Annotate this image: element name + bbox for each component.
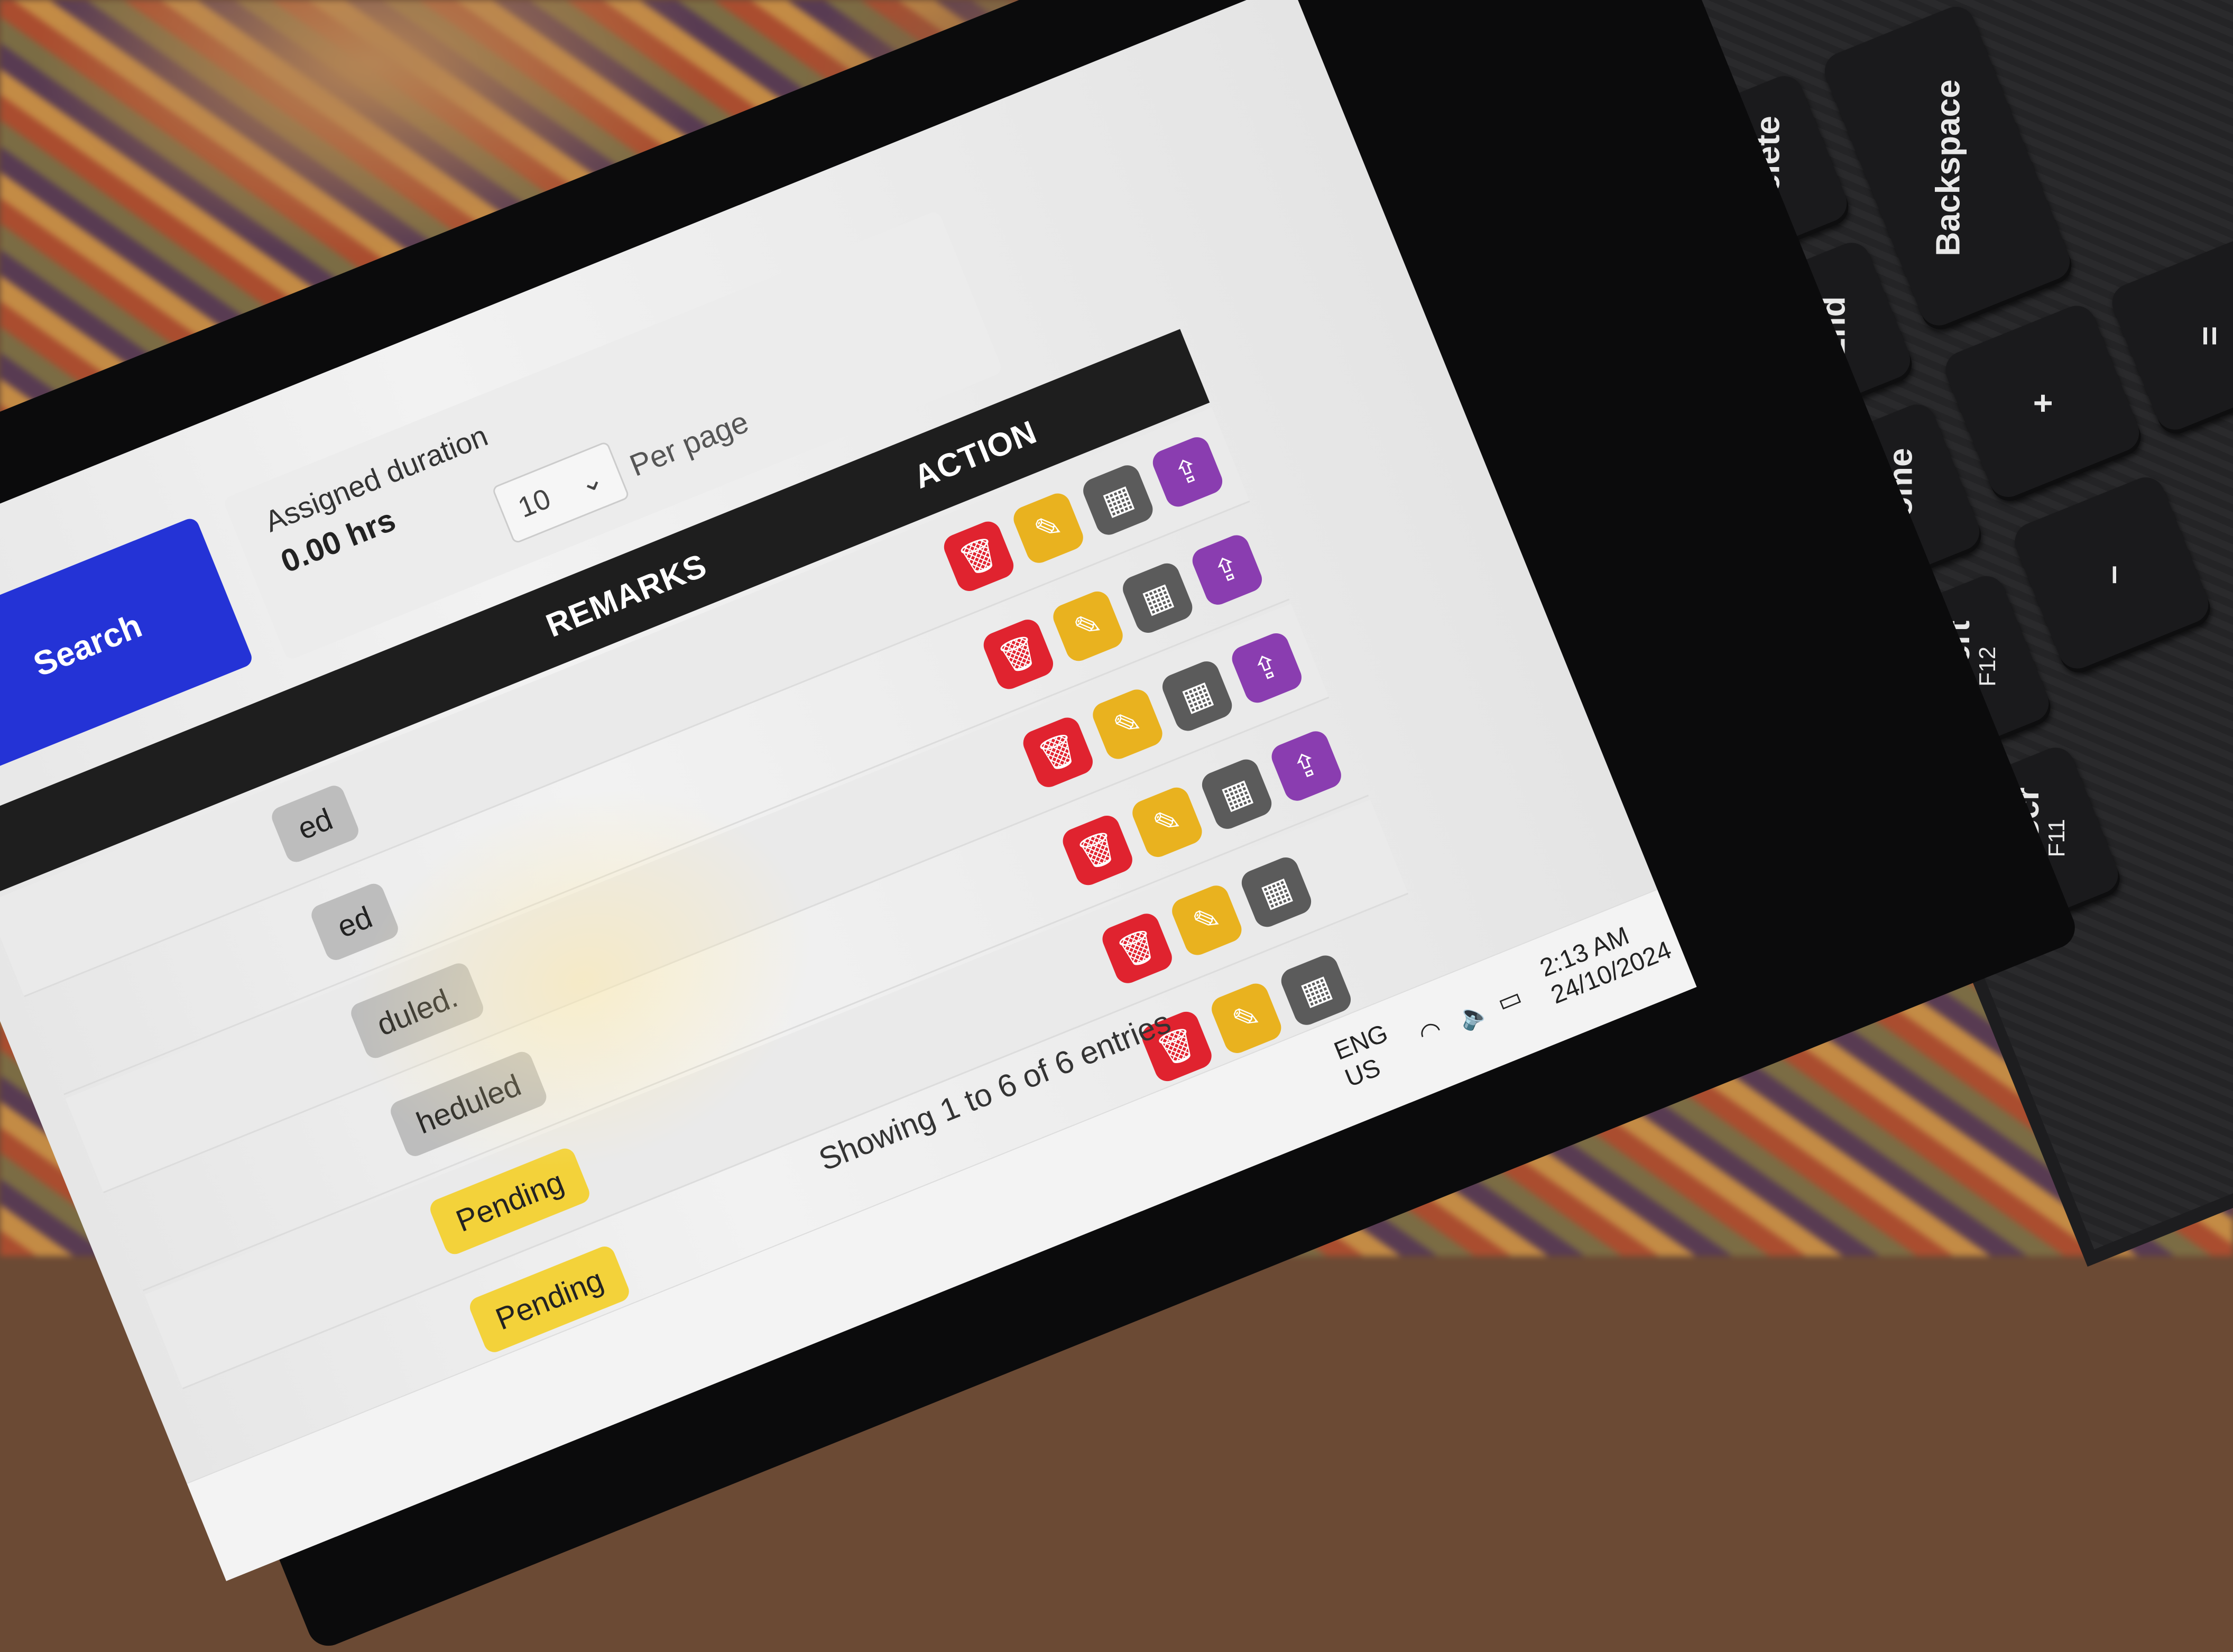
taskbar-clock[interactable]: 2:13 AM 24/10/2024 [1536, 909, 1675, 1010]
delete-button[interactable]: 🗑 [1019, 714, 1097, 791]
upload-icon: ⇪ [1287, 744, 1325, 788]
delete-button[interactable]: 🗑 [980, 615, 1057, 693]
calendar-icon: ▦ [1097, 477, 1139, 522]
edit-icon: ✎ [1227, 996, 1266, 1040]
upload-icon: ⇪ [1208, 548, 1247, 592]
chevron-down-icon: ⌄ [574, 462, 608, 500]
calendar-icon: ▦ [1216, 772, 1258, 816]
calendar-icon: ▦ [1295, 967, 1337, 1012]
wifi-icon[interactable]: ◠ [1415, 1014, 1446, 1050]
calendar-button[interactable]: ▦ [1238, 853, 1315, 931]
delete-button[interactable]: 🗑 [1099, 910, 1176, 987]
edit-icon: ✎ [1108, 703, 1147, 746]
delete-icon: 🗑 [1072, 826, 1123, 874]
status-badge: ed [269, 782, 362, 865]
delete-button[interactable]: 🗑 [1059, 811, 1137, 889]
edit-button[interactable]: ✎ [1128, 783, 1206, 861]
upload-button[interactable]: ⇪ [1149, 433, 1226, 511]
upload-button[interactable]: ⇪ [1268, 727, 1345, 805]
battery-icon[interactable]: ▭ [1493, 982, 1526, 1018]
delete-button[interactable]: 🗑 [940, 518, 1018, 595]
upload-button[interactable]: ⇪ [1188, 531, 1266, 609]
calendar-button[interactable]: ▦ [1158, 657, 1236, 735]
delete-icon: 🗑 [1112, 924, 1162, 973]
edit-icon: ✎ [1148, 800, 1186, 844]
calendar-button[interactable]: ▦ [1198, 755, 1276, 833]
edit-button[interactable]: ✎ [1010, 490, 1087, 567]
calendar-button[interactable]: ▦ [1079, 462, 1157, 539]
calendar-icon: ▦ [1176, 673, 1218, 718]
status-badge: duled. [348, 960, 487, 1062]
taskbar-lang[interactable]: ENG US [1330, 1019, 1403, 1093]
calendar-button[interactable]: ▦ [1119, 559, 1196, 637]
edit-button[interactable]: ✎ [1168, 881, 1245, 959]
calendar-icon: ▦ [1256, 870, 1297, 914]
per-page-value: 10 [513, 482, 555, 524]
minus-key[interactable]: – [2009, 472, 2216, 678]
edit-button[interactable]: ✎ [1049, 587, 1127, 665]
edit-icon: ✎ [1068, 604, 1107, 648]
plus-key[interactable]: + [1940, 300, 2147, 507]
upload-button[interactable]: ⇪ [1228, 629, 1306, 707]
volume-icon[interactable]: 🔈 [1454, 994, 1494, 1034]
calendar-icon: ▦ [1137, 576, 1178, 620]
delete-icon: 🗑 [993, 630, 1044, 679]
edit-icon: ✎ [1187, 898, 1226, 942]
status-badge: ed [308, 880, 401, 964]
edit-icon: ✎ [1029, 506, 1067, 550]
delete-icon: 🗑 [953, 532, 1004, 580]
upload-icon: ⇪ [1248, 646, 1286, 689]
delete-icon: 🗑 [1032, 728, 1084, 777]
upload-icon: ⇪ [1168, 450, 1207, 493]
edit-button[interactable]: ✎ [1089, 686, 1166, 763]
